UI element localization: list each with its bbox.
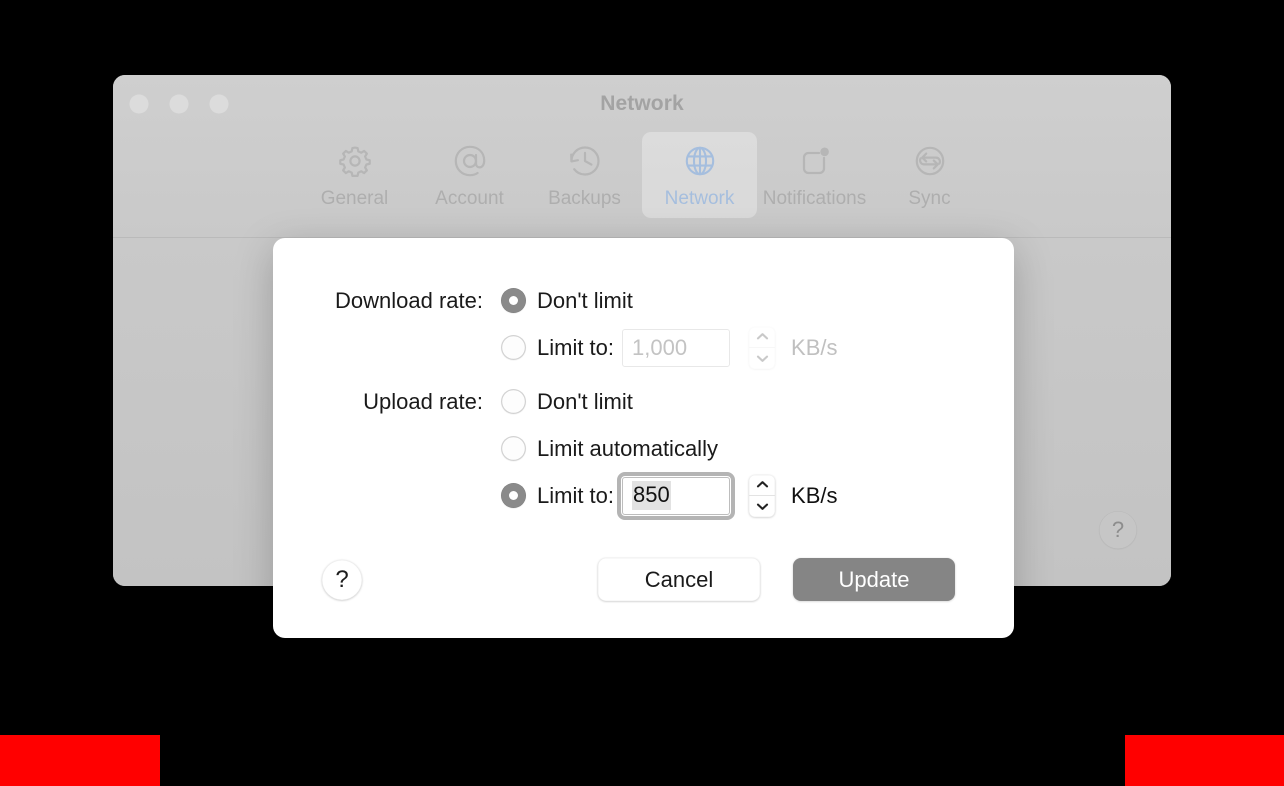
upload-rate-stepper[interactable] bbox=[749, 474, 776, 517]
window-title: Network bbox=[600, 92, 684, 115]
upload-limit-auto-row: Limit automatically bbox=[273, 426, 1014, 471]
upload-limit-to-row: Limit to: 850 KB/s bbox=[273, 471, 1014, 520]
toolbar-label-notifications: Notifications bbox=[762, 188, 867, 209]
at-sign-icon bbox=[448, 139, 492, 183]
toolbar-item-backups[interactable]: Backups bbox=[527, 132, 642, 218]
toolbar-item-network[interactable]: Network bbox=[642, 132, 757, 218]
upload-rate-label: Upload rate: bbox=[363, 388, 483, 414]
sheet-footer: ? Cancel Update bbox=[273, 557, 1014, 602]
download-limit-to-option[interactable]: Limit to: bbox=[501, 335, 614, 361]
download-limit-to-radio[interactable] bbox=[501, 335, 526, 360]
upload-dont-limit-row: Upload rate: Don't limit bbox=[273, 379, 1014, 424]
toolbar-label-backups: Backups bbox=[548, 188, 621, 209]
download-stepper-up-icon[interactable] bbox=[749, 327, 776, 348]
download-rate-stepper[interactable] bbox=[749, 326, 776, 369]
red-marker-left bbox=[0, 735, 160, 786]
upload-rate-field-group: 850 KB/s bbox=[617, 471, 838, 520]
gear-icon bbox=[333, 139, 377, 183]
cancel-button[interactable]: Cancel bbox=[598, 558, 760, 601]
upload-limit-to-radio[interactable] bbox=[501, 483, 526, 508]
rate-limit-sheet: Download rate: Don't limit Limit to: 1,0… bbox=[273, 238, 1014, 638]
upload-stepper-down-icon[interactable] bbox=[749, 496, 775, 517]
upload-limit-to-label: Limit to: bbox=[537, 482, 615, 508]
download-rate-label: Download rate: bbox=[335, 287, 483, 313]
upload-limit-auto-radio[interactable] bbox=[501, 436, 526, 461]
download-dont-limit-option[interactable]: Don't limit bbox=[501, 288, 633, 314]
update-button[interactable]: Update bbox=[793, 558, 955, 601]
upload-rate-input-value: 850 bbox=[632, 481, 671, 510]
upload-dont-limit-option[interactable]: Don't limit bbox=[501, 389, 633, 415]
download-dont-limit-row: Download rate: Don't limit bbox=[273, 278, 1014, 323]
refresh-sync-icon bbox=[908, 139, 952, 183]
download-limit-to-row: Limit to: 1,000 KB/s bbox=[273, 325, 1014, 370]
rate-limit-form: Download rate: Don't limit Limit to: 1,0… bbox=[273, 278, 1014, 520]
upload-limit-to-option[interactable]: Limit to: bbox=[501, 483, 614, 509]
download-dont-limit-label: Don't limit bbox=[537, 287, 633, 313]
preferences-toolbar: General Account Backups Network Notifica… bbox=[113, 132, 1171, 218]
toolbar-label-general: General bbox=[320, 188, 389, 209]
globe-icon bbox=[678, 139, 722, 183]
toolbar-label-network: Network bbox=[664, 188, 735, 209]
toolbar-label-sync: Sync bbox=[908, 188, 951, 209]
upload-dont-limit-radio[interactable] bbox=[501, 389, 526, 414]
red-marker-right bbox=[1125, 735, 1284, 786]
clock-rewind-icon bbox=[563, 139, 607, 183]
toolbar-label-account: Account bbox=[435, 188, 504, 209]
toolbar-item-general[interactable]: General bbox=[297, 132, 412, 218]
download-rate-input[interactable]: 1,000 bbox=[622, 328, 731, 367]
window-titlebar: Network General Account Backups Network … bbox=[113, 75, 1171, 238]
upload-dont-limit-label: Don't limit bbox=[537, 388, 633, 414]
sheet-action-buttons: Cancel Update bbox=[598, 558, 955, 601]
upload-stepper-up-icon[interactable] bbox=[749, 475, 776, 496]
download-rate-unit: KB/s bbox=[791, 334, 838, 360]
download-stepper-down-icon[interactable] bbox=[749, 348, 775, 369]
upload-limit-auto-label: Limit automatically bbox=[537, 435, 718, 461]
upload-rate-unit: KB/s bbox=[791, 482, 838, 508]
notification-badge-icon bbox=[793, 139, 837, 183]
upload-rate-input[interactable]: 850 bbox=[617, 471, 736, 520]
background-help-button[interactable]: ? bbox=[1099, 511, 1137, 549]
sheet-help-button[interactable]: ? bbox=[322, 559, 362, 600]
download-rate-field-group: 1,000 KB/s bbox=[622, 326, 838, 369]
toolbar-item-notifications[interactable]: Notifications bbox=[757, 132, 872, 218]
upload-limit-auto-option[interactable]: Limit automatically bbox=[501, 436, 718, 462]
download-dont-limit-radio[interactable] bbox=[501, 288, 526, 313]
download-limit-to-label: Limit to: bbox=[537, 334, 615, 360]
toolbar-item-sync[interactable]: Sync bbox=[872, 132, 987, 218]
toolbar-item-account[interactable]: Account bbox=[412, 132, 527, 218]
